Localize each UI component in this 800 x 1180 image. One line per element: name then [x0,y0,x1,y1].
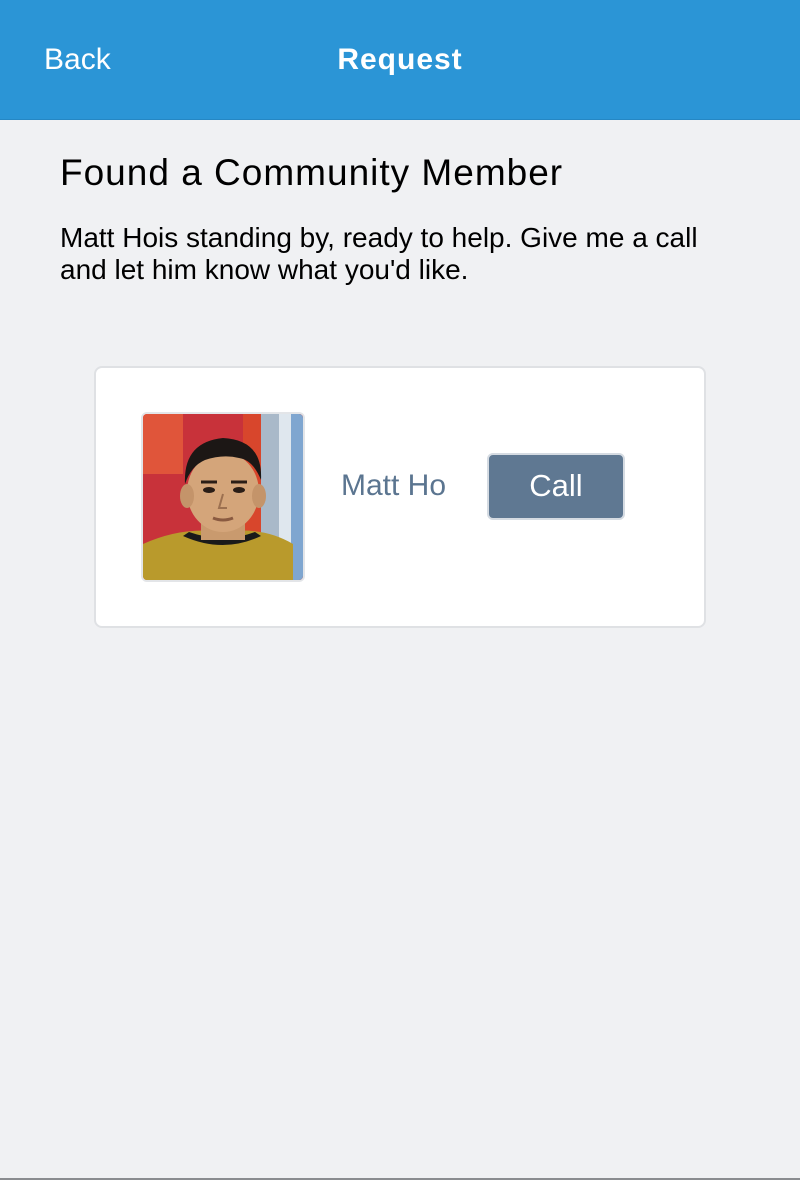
page-title: Found a Community Member [60,152,564,193]
call-button[interactable]: Call [487,453,625,520]
member-avatar [141,412,305,582]
nav-header: Back Request [0,0,800,120]
status-message: Matt Hois standing by, ready to help. Gi… [60,222,698,285]
request-screen: Back Request Found a Community Member Ma… [0,0,800,1180]
member-name: Matt Ho [341,469,447,502]
header-title: Request [337,43,463,76]
member-card: Matt Ho Call [94,366,706,628]
member-photo-icon [143,414,303,580]
